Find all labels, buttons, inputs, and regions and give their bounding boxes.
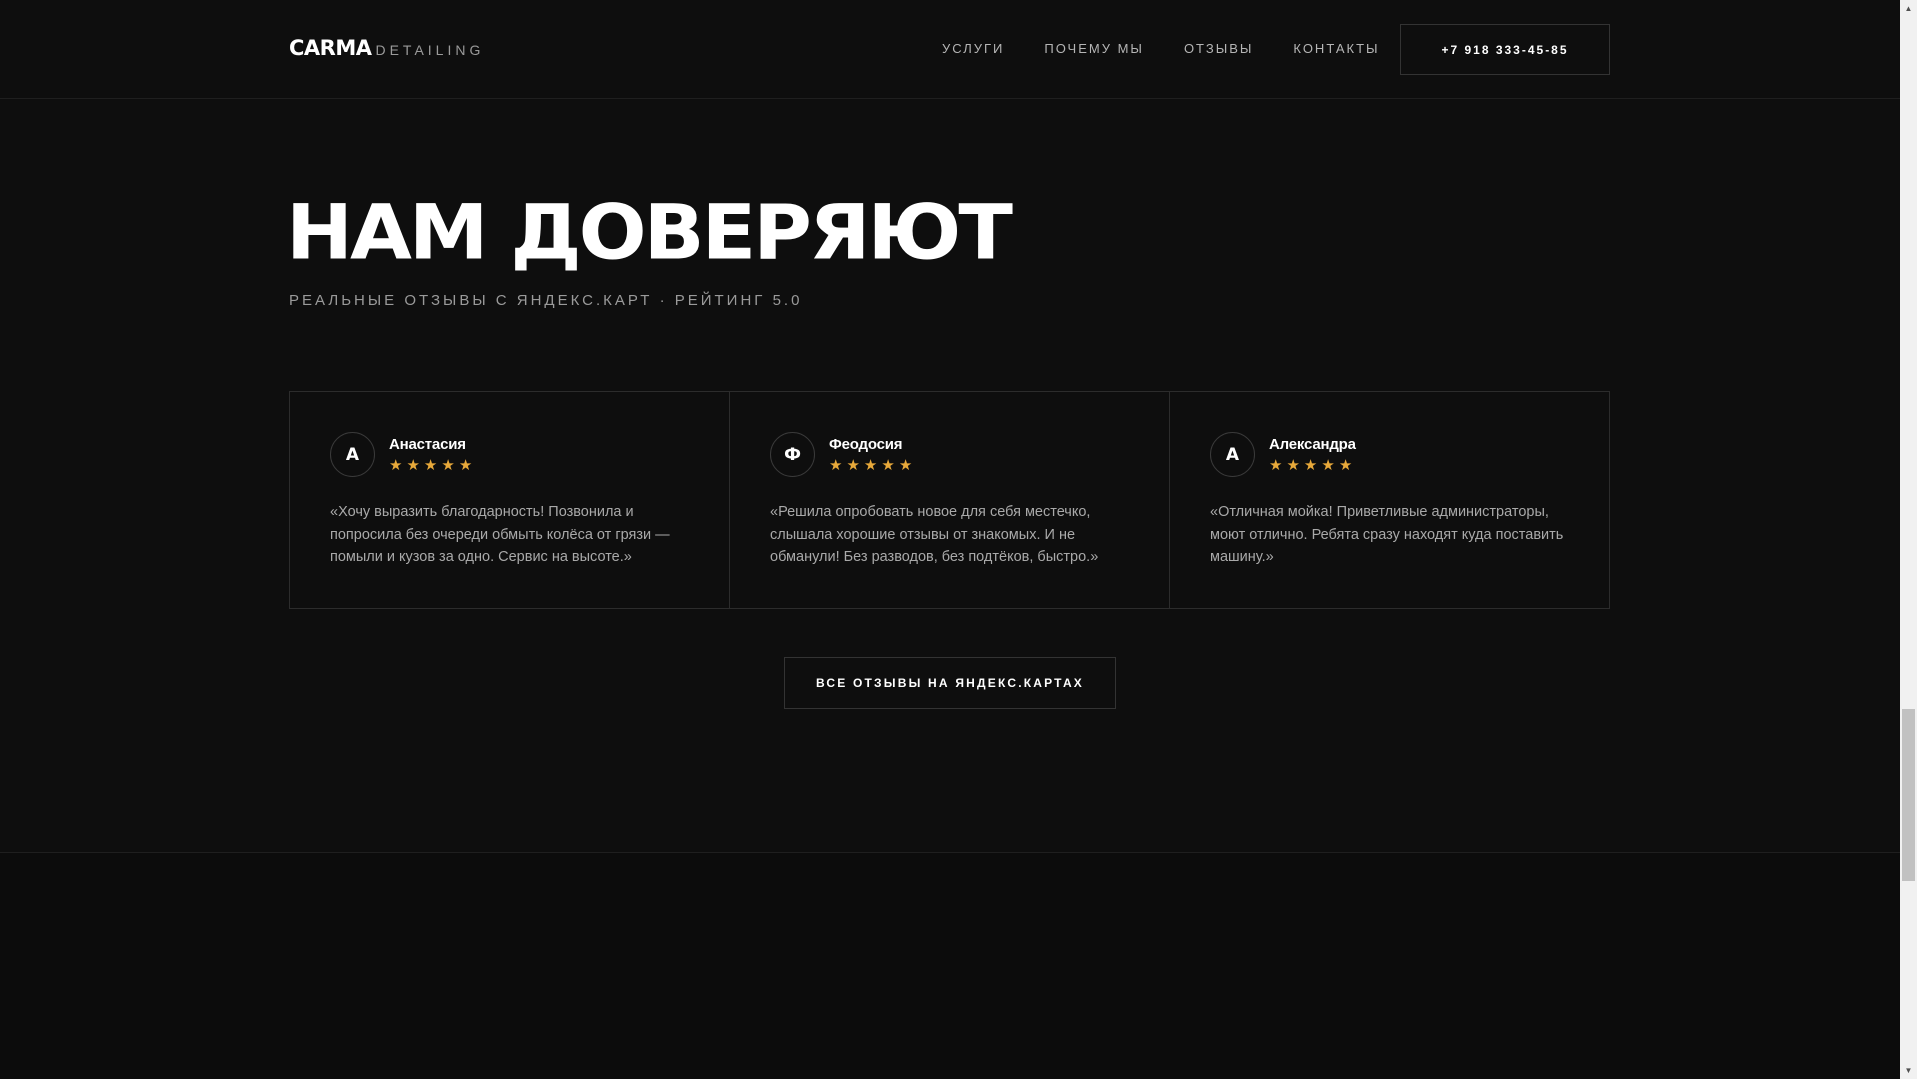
page-content: CARMA DETAILING УСЛУГИ ПОЧЕМУ МЫ ОТЗЫВЫ …: [0, 0, 1900, 1079]
star-icon: ★: [846, 456, 860, 474]
scrollbar[interactable]: ▲ ▼: [1900, 0, 1917, 1079]
review-header: Ф Феодосия ★ ★ ★ ★ ★: [770, 432, 1129, 477]
review-meta: Феодосия ★ ★ ★ ★ ★: [829, 436, 916, 474]
next-section: [0, 853, 1900, 1079]
review-header: А Анастасия ★ ★ ★ ★ ★: [330, 432, 689, 477]
star-rating: ★ ★ ★ ★ ★: [1269, 456, 1356, 474]
star-icon: ★: [458, 456, 473, 474]
star-icon: ★: [1338, 456, 1353, 474]
star-icon: ★: [1321, 456, 1335, 474]
nav-item-reviews[interactable]: ОТЗЫВЫ: [1184, 41, 1253, 56]
avatar: А: [330, 432, 375, 477]
reviewer-name: Анастасия: [389, 435, 466, 453]
review-meta: Анастасия ★ ★ ★ ★ ★: [389, 436, 476, 474]
logo-sub-text: DETAILING: [375, 42, 485, 58]
reviewer-name: Феодосия: [829, 435, 903, 453]
star-icon: ★: [863, 456, 878, 474]
review-text: «Хочу выразить благодарность! Позвонила …: [330, 504, 670, 565]
star-icon: ★: [1286, 456, 1300, 474]
star-icon: ★: [1269, 456, 1283, 474]
star-icon: ★: [406, 456, 420, 474]
review-meta: Александра ★ ★ ★ ★ ★: [1269, 436, 1356, 474]
phone-button[interactable]: +7 918 333-45-85: [1400, 24, 1610, 75]
main-nav: УСЛУГИ ПОЧЕМУ МЫ ОТЗЫВЫ КОНТАКТЫ: [942, 41, 1420, 56]
review-card: Ф Феодосия ★ ★ ★ ★ ★ «Решила опробовать ново…: [730, 392, 1170, 608]
review-card: А Александра ★ ★ ★ ★ ★ «Отличная мойка! Прив…: [1170, 392, 1609, 608]
star-rating: ★ ★ ★ ★ ★: [829, 456, 916, 474]
logo-main-text: CARMA: [289, 36, 372, 60]
all-reviews-button[interactable]: ВСЕ ОТЗЫВЫ НА ЯНДЕКС.КАРТАХ: [784, 657, 1116, 709]
star-icon: ★: [389, 456, 403, 474]
star-icon: ★: [423, 456, 438, 474]
section-subtitle: РЕАЛЬНЫЕ ОТЗЫВЫ С ЯНДЕКС.КАРТ · РЕЙТИНГ …: [289, 292, 803, 309]
chevron-up-icon[interactable]: ▲: [1900, 0, 1917, 17]
nav-item-contacts[interactable]: КОНТАКТЫ: [1293, 41, 1379, 56]
scrollbar-thumb[interactable]: [1902, 709, 1915, 881]
star-icon: ★: [829, 456, 843, 474]
star-rating: ★ ★ ★ ★ ★: [389, 456, 476, 474]
logo[interactable]: CARMA DETAILING: [289, 36, 484, 60]
site-header: CARMA DETAILING УСЛУГИ ПОЧЕМУ МЫ ОТЗЫВЫ …: [0, 0, 1900, 99]
review-text: «Отличная мойка! Приветливые администрат…: [1210, 504, 1564, 565]
reviews-grid: А Анастасия ★ ★ ★ ★ ★ «Хочу выразить благода…: [289, 391, 1610, 609]
reviewer-name: Александра: [1269, 435, 1356, 453]
review-text: «Решила опробовать новое для себя местеч…: [770, 504, 1099, 565]
review-header: А Александра ★ ★ ★ ★ ★: [1210, 432, 1569, 477]
nav-item-why-us[interactable]: ПОЧЕМУ МЫ: [1044, 41, 1144, 56]
star-icon: ★: [441, 456, 455, 474]
section-title: НАМ ДОВЕРЯЮТ: [286, 188, 1013, 277]
nav-item-services[interactable]: УСЛУГИ: [942, 41, 1004, 56]
avatar: Ф: [770, 432, 815, 477]
star-icon: ★: [898, 456, 913, 474]
avatar: А: [1210, 432, 1255, 477]
page: CARMA DETAILING УСЛУГИ ПОЧЕМУ МЫ ОТЗЫВЫ …: [0, 0, 1917, 1079]
review-card: А Анастасия ★ ★ ★ ★ ★ «Хочу выразить благода…: [290, 392, 730, 608]
star-icon: ★: [1303, 456, 1318, 474]
chevron-down-icon[interactable]: ▼: [1900, 1062, 1917, 1079]
star-icon: ★: [881, 456, 895, 474]
